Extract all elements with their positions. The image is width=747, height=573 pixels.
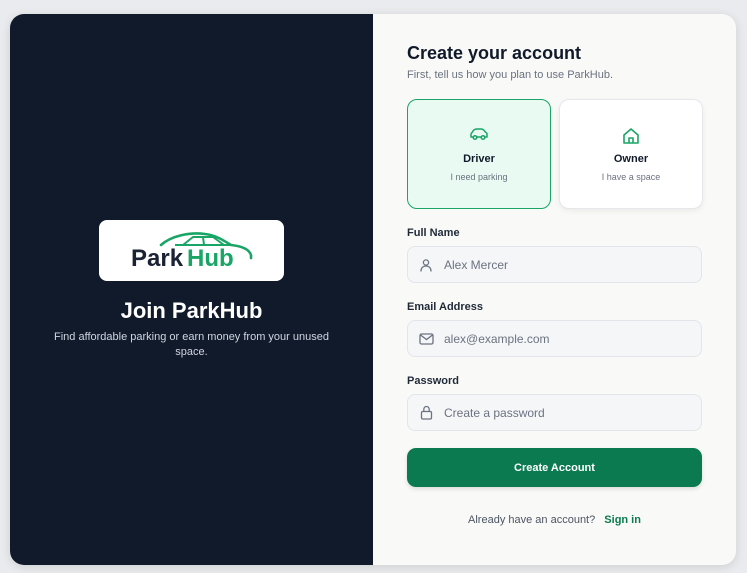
password-field[interactable] — [407, 394, 702, 431]
role-card-owner[interactable]: Owner I have a space — [559, 99, 703, 209]
brand-panel: Park Hub Join ParkHub Find affordable pa… — [10, 14, 373, 565]
form-subtitle: First, tell us how you plan to use ParkH… — [407, 69, 614, 81]
password-input[interactable] — [444, 405, 684, 420]
create-account-button[interactable]: Create Account — [407, 448, 702, 487]
user-icon — [420, 258, 432, 272]
join-title: Join ParkHub — [120, 298, 263, 323]
signin-prompt: Already have an account? Sign in — [373, 514, 736, 526]
email-field[interactable] — [407, 320, 702, 357]
join-subtitle: Find affordable parking or earn money fr… — [54, 331, 329, 358]
email-input[interactable] — [444, 331, 684, 346]
email-label: Email Address — [407, 301, 484, 313]
role-description: I need parking — [450, 172, 508, 182]
role-card-driver[interactable]: Driver I need parking — [407, 99, 551, 209]
svg-text:Hub: Hub — [187, 245, 234, 272]
signin-link[interactable]: Sign in — [604, 514, 641, 526]
car-logo-icon: Park Hub — [131, 231, 252, 272]
full-name-field[interactable] — [407, 246, 702, 283]
role-label: Owner — [613, 153, 649, 165]
mail-icon — [418, 332, 434, 345]
svg-text:Park: Park — [131, 245, 184, 272]
role-label: Driver — [463, 153, 495, 165]
role-description: I have a space — [601, 172, 661, 182]
full-name-input[interactable] — [444, 257, 684, 272]
form-title: Create your account — [407, 43, 582, 63]
signin-prompt-text: Already have an account? — [468, 514, 596, 526]
full-name-label: Full Name — [407, 227, 460, 239]
signup-card: Park Hub Join ParkHub Find affordable pa… — [10, 14, 736, 565]
password-label: Password — [407, 375, 459, 387]
parkhub-logo: Park Hub — [99, 220, 284, 281]
home-icon — [623, 128, 639, 144]
form-panel: Create your account First, tell us how y… — [373, 14, 736, 565]
lock-icon — [420, 405, 432, 420]
car-icon — [470, 128, 488, 141]
